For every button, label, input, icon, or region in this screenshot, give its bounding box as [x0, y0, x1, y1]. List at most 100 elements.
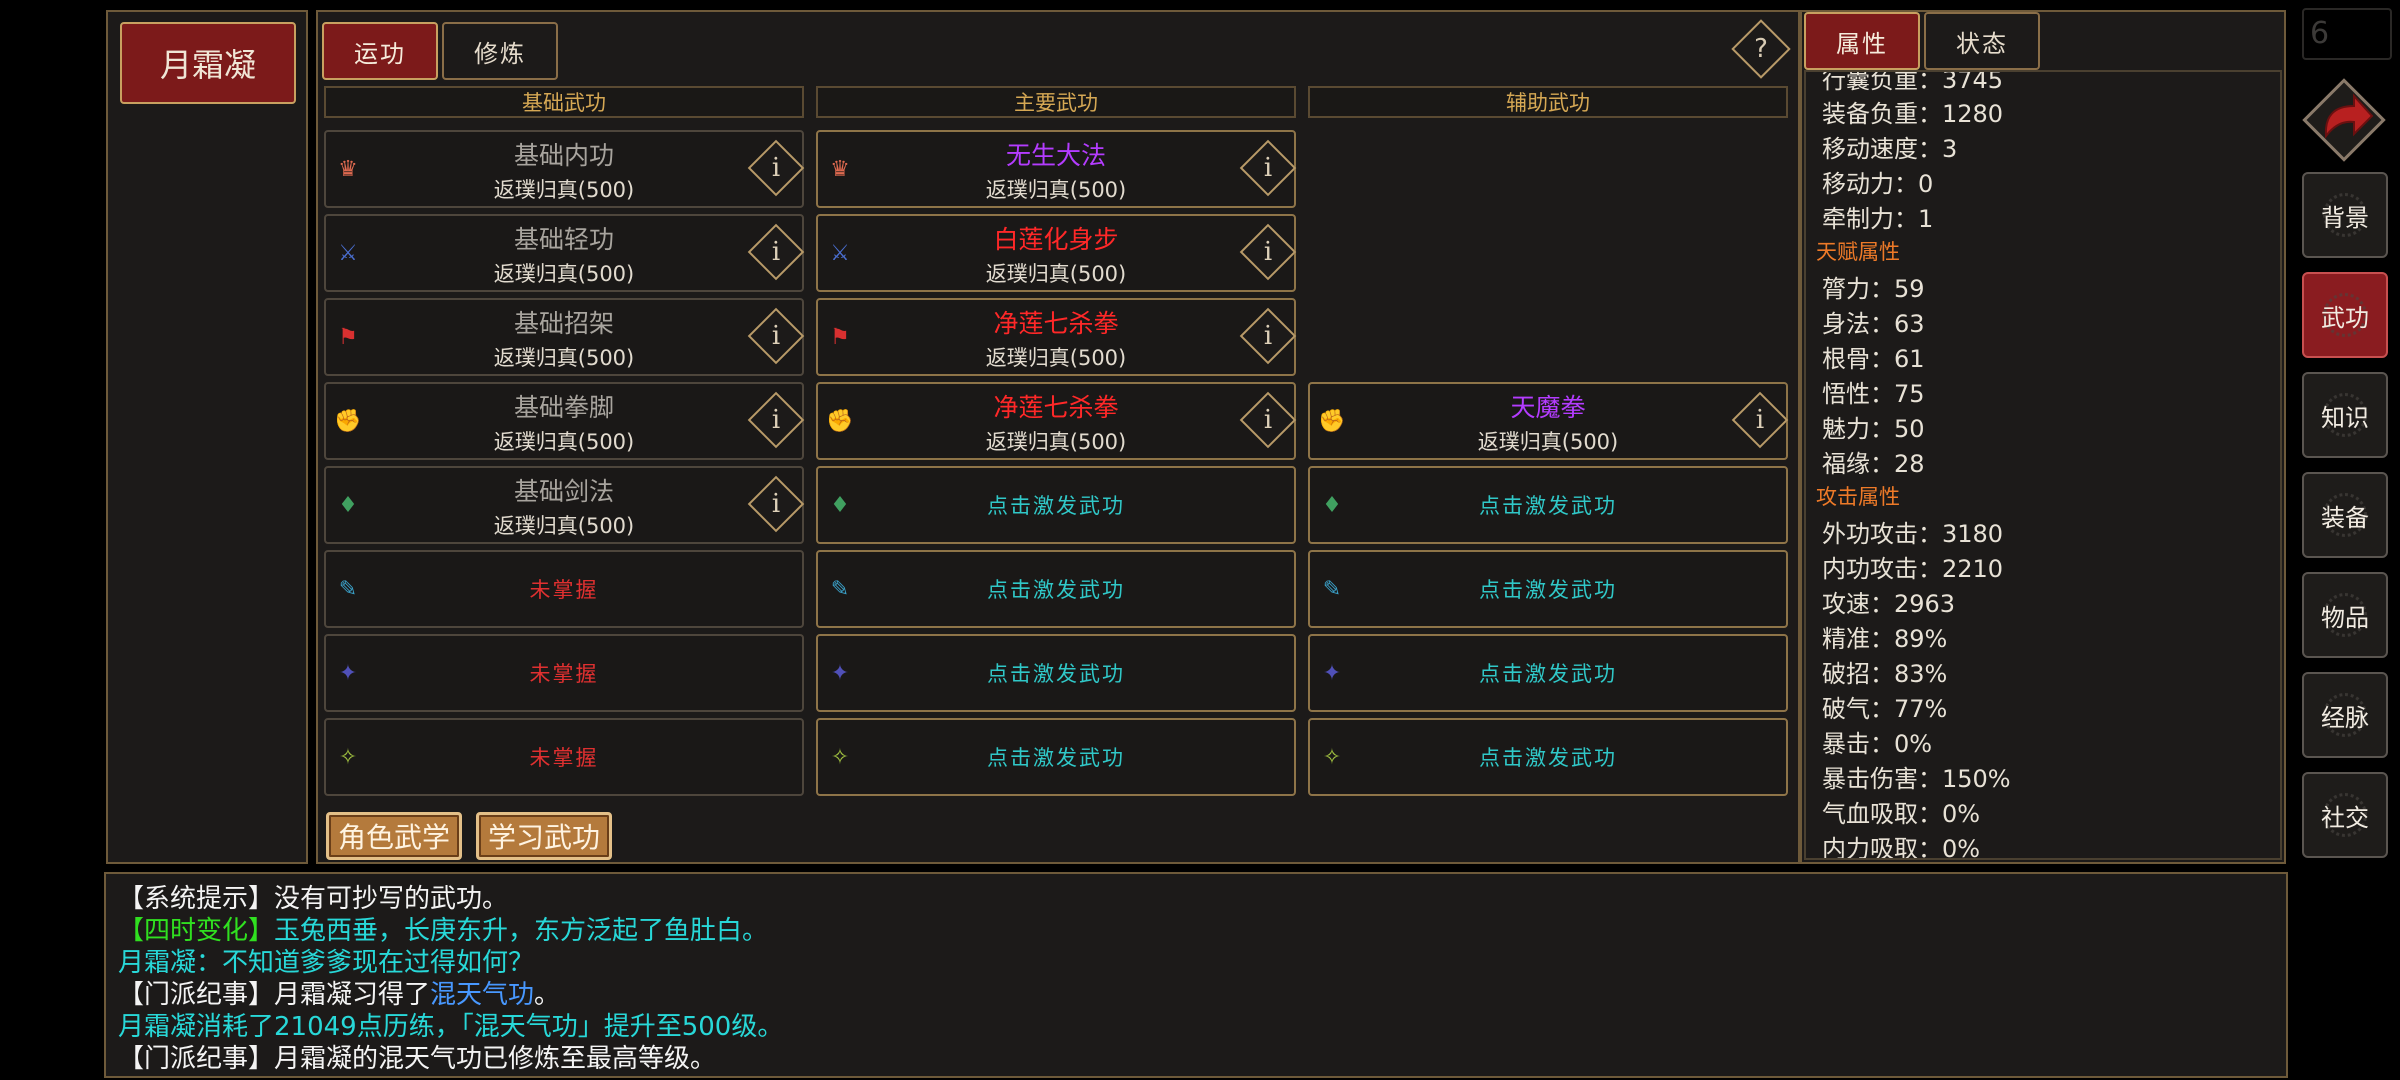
stat-line: 暴击伤害：150%	[1822, 765, 2011, 793]
aux-skill-slot-empty[interactable]: ✧ 点击激发武功	[1308, 718, 1788, 796]
stat-line: 攻速：2963	[1822, 590, 1956, 618]
main-skill-slot-empty[interactable]: ✎ 点击激发武功	[816, 550, 1296, 628]
staff-skill-icon: ✦	[1322, 661, 1342, 686]
stats-list[interactable]: 行囊负重：3745 装备负重：1280 移动速度：3 移动力：0 牵制力：1 天…	[1804, 70, 2282, 860]
inner-skill-icon: ♛	[830, 157, 850, 182]
skill-level: 返璞归真(500)	[985, 346, 1127, 370]
basic-skill-slot-empty[interactable]: ✦ 未掌握	[324, 634, 804, 712]
column-header-basic: 基础武功	[324, 86, 804, 118]
attributes-panel: 属性 状态 行囊负重：3745 装备负重：1280 移动速度：3 移动力：0 牵…	[1800, 10, 2286, 864]
skill-level: 返璞归真(500)	[493, 430, 635, 454]
back-button[interactable]	[2296, 72, 2392, 168]
fist-skill-icon: ✊	[334, 409, 362, 434]
skill-name: 基础招架	[513, 309, 614, 338]
basic-skill-slot[interactable]: ✊ 基础拳脚 返璞归真(500) i	[324, 382, 805, 460]
stat-line: 移动力：0	[1822, 170, 1934, 198]
sword-skill-icon: ♦	[830, 493, 850, 518]
side-menu-items[interactable]: 物品	[2302, 572, 2388, 658]
side-menu-social[interactable]: 社交	[2302, 772, 2388, 858]
talent-header: 天赋属性	[1816, 240, 1900, 264]
basic-skill-slot[interactable]: ⚑ 基础招架 返璞归真(500) i	[324, 298, 805, 376]
basic-skill-slot[interactable]: ♦ 基础剑法 返璞归真(500) i	[324, 466, 805, 544]
main-skill-slot[interactable]: ⚔ 白莲化身步 返璞归真(500) i	[816, 214, 1297, 292]
sword-skill-icon: ♦	[1322, 493, 1342, 518]
stat-line: 外功攻击：3180	[1822, 520, 2004, 548]
stat-line: 破气：77%	[1822, 695, 1948, 723]
parry-skill-icon: ⚑	[338, 325, 358, 350]
info-icon: i	[771, 405, 781, 435]
tab-yungong[interactable]: 运功	[322, 22, 438, 80]
back-arrow-icon	[2302, 78, 2386, 162]
basic-skill-slot[interactable]: ♛ 基础内功 返璞归真(500) i	[324, 130, 805, 208]
column-header-main: 主要武功	[816, 86, 1296, 118]
stat-line: 膂力：59	[1822, 275, 1925, 303]
activate-skill-label: 点击激发武功	[1479, 662, 1617, 686]
attack-header: 攻击属性	[1816, 485, 1900, 509]
not-mastered-label: 未掌握	[529, 746, 599, 770]
skill-name: 净莲七杀拳	[993, 309, 1119, 338]
activate-skill-label: 点击激发武功	[987, 494, 1125, 518]
tab-xiulian[interactable]: 修炼	[442, 22, 558, 80]
skill-level: 返璞归真(500)	[493, 514, 635, 538]
lightness-skill-icon: ⚔	[338, 241, 358, 266]
skill-name: 基础内功	[513, 141, 614, 170]
stat-line: 悟性：75	[1822, 380, 1925, 408]
info-icon: i	[771, 321, 781, 351]
aux-skill-slot-empty[interactable]: ✎ 点击激发武功	[1308, 550, 1788, 628]
aux-skill-slot-empty[interactable]: ♦ 点击激发武功	[1308, 466, 1788, 544]
activate-skill-label: 点击激发武功	[987, 662, 1125, 686]
skill-name: 白莲化身步	[993, 225, 1119, 254]
main-skill-slot-empty[interactable]: ✧ 点击激发武功	[816, 718, 1296, 796]
fist-skill-icon: ✊	[1318, 409, 1346, 434]
main-skill-slot[interactable]: ✊ 净莲七杀拳 返璞归真(500) i	[816, 382, 1297, 460]
fist-skill-icon: ✊	[826, 409, 854, 434]
log-line: 【门派纪事】月霜凝的混天气功已修炼至最高等级。	[118, 1044, 717, 1074]
stat-line: 牵制力：1	[1822, 205, 1934, 233]
hidden-weapon-skill-icon: ✧	[338, 745, 358, 770]
character-name-button[interactable]: 月霜凝	[120, 22, 296, 104]
skill-level: 返璞归真(500)	[985, 430, 1127, 454]
basic-skill-slot-empty[interactable]: ✎ 未掌握	[324, 550, 804, 628]
main-skill-slot-empty[interactable]: ✦ 点击激发武功	[816, 634, 1296, 712]
hidden-weapon-skill-icon: ✧	[830, 745, 850, 770]
skill-level: 返璞归真(500)	[493, 262, 635, 286]
parry-skill-icon: ⚑	[830, 325, 850, 350]
staff-skill-icon: ✦	[338, 661, 358, 686]
skill-name: 无生大法	[1005, 141, 1106, 170]
side-menu-background[interactable]: 背景	[2302, 172, 2388, 258]
aux-skill-slot[interactable]: ✊ 天魔拳 返璞归真(500) i	[1308, 382, 1789, 460]
stat-line: 身法：63	[1822, 310, 1925, 338]
main-skill-slot[interactable]: ♛ 无生大法 返璞归真(500) i	[816, 130, 1297, 208]
message-log[interactable]: 【系统提示】没有可抄写的武功。 【四时变化】玉兔西垂，长庚东升，东方泛起了鱼肚白…	[104, 872, 2288, 1078]
not-mastered-label: 未掌握	[529, 578, 599, 602]
side-menu-knowledge[interactable]: 知识	[2302, 372, 2388, 458]
side-menu-equipment[interactable]: 装备	[2302, 472, 2388, 558]
info-icon: i	[771, 153, 781, 183]
aux-skill-slot-empty[interactable]: ✦ 点击激发武功	[1308, 634, 1788, 712]
skill-name: 基础轻功	[513, 225, 614, 254]
lightness-skill-icon: ⚔	[830, 241, 850, 266]
activate-skill-label: 点击激发武功	[1479, 578, 1617, 602]
info-icon: i	[1263, 153, 1273, 183]
blade-skill-icon: ✎	[338, 577, 358, 602]
stat-pack-weight: 行囊负重：3745	[1822, 70, 2004, 94]
info-icon: i	[1263, 321, 1273, 351]
tab-status[interactable]: 状态	[1924, 12, 2040, 70]
stat-line: 魅力：50	[1822, 415, 1925, 443]
help-icon: ?	[1754, 34, 1768, 64]
stat-line: 内力吸取：0%	[1822, 835, 1981, 860]
main-skill-slot[interactable]: ⚑ 净莲七杀拳 返璞归真(500) i	[816, 298, 1297, 376]
info-icon: i	[1263, 237, 1273, 267]
basic-skill-slot[interactable]: ⚔ 基础轻功 返璞归真(500) i	[324, 214, 805, 292]
side-menu-skills[interactable]: 武功	[2302, 272, 2388, 358]
learn-skills-button[interactable]: 学习武功	[476, 812, 612, 860]
side-menu-meridians[interactable]: 经脉	[2302, 672, 2388, 758]
tab-attributes[interactable]: 属性	[1804, 12, 1920, 70]
basic-skill-slot-empty[interactable]: ✧ 未掌握	[324, 718, 804, 796]
help-button[interactable]: ?	[1731, 19, 1791, 79]
role-skills-button[interactable]: 角色武学	[326, 812, 462, 860]
main-skill-slot-empty[interactable]: ♦ 点击激发武功	[816, 466, 1296, 544]
stat-line: 根骨：61	[1822, 345, 1925, 373]
skill-name: 基础剑法	[513, 477, 614, 506]
skill-level: 返璞归真(500)	[493, 178, 635, 202]
